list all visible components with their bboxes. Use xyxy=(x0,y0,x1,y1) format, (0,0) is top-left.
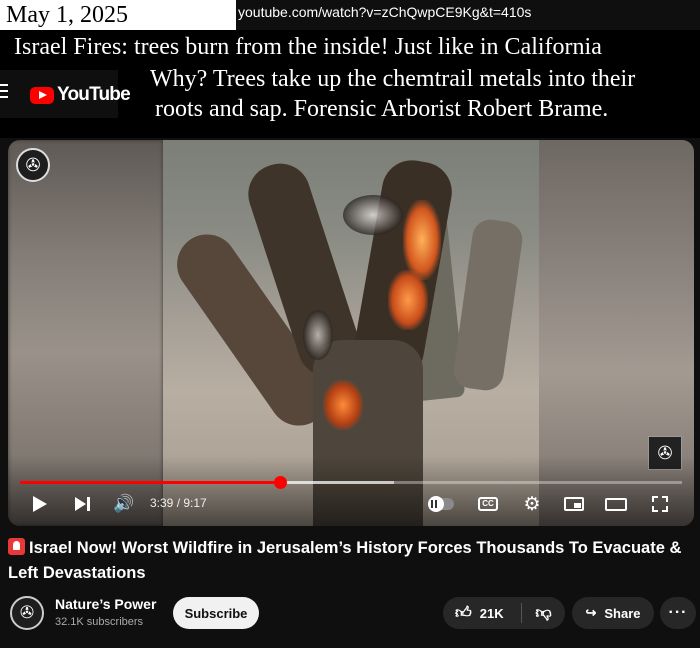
ash-patch xyxy=(303,310,333,360)
youtube-logo[interactable]: YouTube xyxy=(30,84,131,106)
video-title: Israel Now! Worst Wildfire in Jerusalem’… xyxy=(8,536,698,586)
caption-line-3: roots and sap. Forensic Arborist Robert … xyxy=(155,96,609,122)
date-label: May 1, 2025 xyxy=(0,0,236,30)
progress-scrubber[interactable] xyxy=(273,476,287,489)
fire-glow xyxy=(323,380,363,430)
channel-name[interactable]: Nature’s Power xyxy=(55,596,156,612)
share-label: Share xyxy=(604,605,641,621)
autoplay-pause-icon xyxy=(431,500,439,508)
volume-icon[interactable]: 🔊 xyxy=(112,492,136,516)
share-icon: ↪ xyxy=(585,605,597,620)
fire-glow xyxy=(388,270,428,330)
theater-icon[interactable] xyxy=(604,492,628,516)
video-title-text: Israel Now! Worst Wildfire in Jerusalem’… xyxy=(8,539,682,582)
caption-line-1: Israel Fires: trees burn from the inside… xyxy=(14,34,602,60)
subscriber-count: 32.1K subscribers xyxy=(55,616,144,628)
menu-icon[interactable] xyxy=(0,84,8,98)
subscribe-button[interactable]: Subscribe xyxy=(173,597,259,629)
siren-icon xyxy=(8,538,25,555)
captions-label: CC xyxy=(478,497,498,511)
youtube-logo-text: YouTube xyxy=(57,84,131,105)
fullscreen-icon[interactable] xyxy=(650,494,670,514)
more-label: ··· xyxy=(668,604,688,621)
url-text: youtube.com/watch?v=zChQwpCE9Kg&t=410s xyxy=(238,4,532,20)
ash-patch xyxy=(343,195,403,235)
caption-line-2: Why? Trees take up the chemtrail metals … xyxy=(150,66,636,92)
time-separator: / xyxy=(173,496,184,510)
share-button[interactable]: ↪ Share xyxy=(572,597,654,629)
controls-gradient xyxy=(8,456,694,526)
dislike-button[interactable]: 👎︎ xyxy=(522,597,565,629)
like-count: 21K xyxy=(479,605,504,621)
channel-avatar[interactable]: ✇ xyxy=(10,596,44,630)
current-time: 3:39 xyxy=(150,496,174,510)
captions-icon[interactable]: CC xyxy=(476,492,500,516)
time-display: 3:39 / 9:17 xyxy=(150,496,207,510)
channel-watermark-badge[interactable]: ✇ xyxy=(16,148,50,182)
miniplayer-icon[interactable] xyxy=(562,492,586,516)
like-button[interactable]: 👍︎ 21K xyxy=(443,597,521,629)
progress-played xyxy=(20,481,281,484)
settings-gear-icon[interactable]: ⚙ xyxy=(520,492,544,516)
background-tree xyxy=(451,217,525,393)
like-dislike-group: 👍︎ 21K 👎︎ xyxy=(443,597,565,629)
video-player[interactable]: ✇ ✇ 🔊 3:39 / 9:17 CC ⚙ xyxy=(8,140,694,526)
duration: 9:17 xyxy=(183,496,207,510)
play-icon[interactable] xyxy=(30,492,50,516)
youtube-logo-icon xyxy=(30,86,54,104)
thumbs-up-icon: 👍︎ xyxy=(455,604,472,622)
next-icon[interactable] xyxy=(70,492,94,516)
more-icon[interactable]: ··· xyxy=(660,597,696,629)
thumbs-down-icon: 👎︎ xyxy=(535,604,552,622)
fire-glow xyxy=(403,200,441,280)
